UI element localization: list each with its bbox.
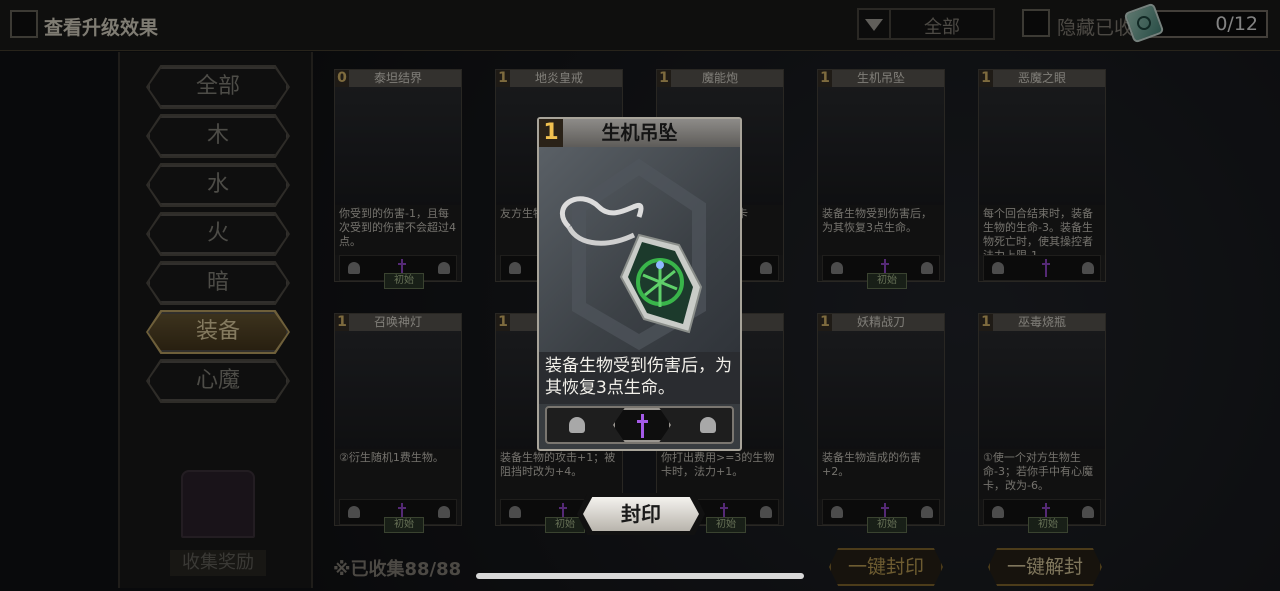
- card-name: 召唤神灯: [335, 314, 461, 331]
- seal-button[interactable]: 封印: [583, 497, 699, 531]
- filter-dropdown[interactable]: 全部: [857, 8, 995, 40]
- card-cost: 1: [979, 70, 993, 87]
- card-tag: 初始: [384, 517, 424, 533]
- card-tag: 初始: [867, 273, 907, 289]
- card-item[interactable]: 生机吊坠 1 装备生物受到伤害后，为其恢复3点生命。初始: [817, 69, 945, 289]
- helmet-icon: [760, 262, 772, 274]
- card-tag: 初始: [867, 517, 907, 533]
- card-slot-bar: 初始: [983, 499, 1101, 533]
- card-counter: 0/12: [1150, 10, 1268, 38]
- card-cost: 1: [818, 70, 832, 87]
- card-cost: 1: [335, 314, 349, 331]
- card-tag: 初始: [706, 517, 746, 533]
- helmet-icon: [700, 417, 716, 433]
- card-name: 魔能炮: [657, 70, 783, 87]
- card-slot-bar: 初始: [339, 499, 457, 533]
- helmet-icon: [831, 262, 843, 274]
- popup-title: 生机吊坠: [539, 119, 740, 147]
- card-description: 你打出费用>=3的生物卡时，法力+1。: [657, 449, 783, 499]
- card-cost: 1: [657, 70, 671, 87]
- helmet-icon: [992, 262, 1004, 274]
- hide-collected-label: 隐藏已收: [1057, 17, 1134, 39]
- card-cost: 0: [335, 70, 349, 87]
- card-description: 每个回合结束时，装备生物的生命-3。装备生物死亡时，使其操控者法力上限-1。: [979, 205, 1105, 262]
- pendant-art: [539, 147, 740, 352]
- helmet-icon: [1082, 262, 1094, 274]
- card-cost: 1: [496, 314, 510, 331]
- category-tab[interactable]: 木: [148, 116, 288, 156]
- home-indicator[interactable]: [476, 573, 804, 579]
- card-cost: 1: [818, 314, 832, 331]
- helmet-icon: [992, 506, 1004, 518]
- category-tab[interactable]: 水: [148, 165, 288, 205]
- popup-slot-bar: [545, 406, 734, 444]
- collect-reward-button[interactable]: 收集奖励: [170, 550, 266, 576]
- card-name: 地炎皇戒: [496, 70, 622, 87]
- card-tag: 初始: [545, 517, 585, 533]
- category-tab[interactable]: 全部: [148, 67, 288, 107]
- helmet-icon: [921, 262, 933, 274]
- card-description: 装备生物受到伤害后，为其恢复3点生命。: [818, 205, 944, 255]
- card-art: [335, 331, 461, 449]
- helmet-icon: [348, 506, 360, 518]
- card-art: [979, 331, 1105, 449]
- filter-value: 全部: [924, 17, 960, 38]
- card-description: ②衍生随机1费生物。: [335, 449, 461, 499]
- card-slot-bar: 初始: [822, 499, 940, 533]
- helmet-icon: [509, 262, 521, 274]
- category-tab[interactable]: 装备: [148, 312, 288, 352]
- upgrade-label: 查看升级效果: [44, 17, 159, 39]
- dagger-icon: [637, 414, 648, 438]
- card-tag: 初始: [384, 273, 424, 289]
- helmet-icon: [760, 506, 772, 518]
- popup-description: 装备生物受到伤害后，为其恢复3点生命。: [539, 352, 740, 404]
- helmet-icon: [831, 506, 843, 518]
- card-item[interactable]: 召唤神灯 1 ②衍生随机1费生物。初始: [334, 313, 462, 533]
- card-item[interactable]: 恶魔之眼1 每个回合结束时，装备生物的生命-3。装备生物死亡时，使其操控者法力上限…: [978, 69, 1106, 282]
- card-name: 生机吊坠: [818, 70, 944, 87]
- helmet-icon: [921, 506, 933, 518]
- card-name: 泰坦结界: [335, 70, 461, 87]
- card-art: [335, 87, 461, 205]
- card-slot-bar: [983, 255, 1101, 281]
- card-cost: 1: [496, 70, 510, 87]
- popup-cost: 1: [539, 119, 563, 147]
- card-description: 装备生物的攻击+1；被阻挡时改为+4。: [496, 449, 622, 499]
- category-tab[interactable]: 火: [148, 214, 288, 254]
- card-name: 巫毒烧瓶: [979, 314, 1105, 331]
- helmet-icon: [438, 262, 450, 274]
- card-description: ①使一个对方生物生命-3；若你手中有心魔卡，改为-6。: [979, 449, 1105, 499]
- card-item[interactable]: 巫毒烧瓶 1 ①使一个对方生物生命-3；若你手中有心魔卡，改为-6。初始: [978, 313, 1106, 533]
- card-art: [818, 87, 944, 205]
- card-item[interactable]: 泰坦结界 0 你受到的伤害-1，且每次受到的伤害不会超过4点。初始: [334, 69, 462, 289]
- card-name: 恶魔之眼: [979, 70, 1105, 87]
- card-description: 装备生物造成的伤害+2。: [818, 449, 944, 499]
- dagger-icon: [1042, 259, 1050, 277]
- category-tab[interactable]: 暗: [148, 263, 288, 303]
- category-tab[interactable]: 心魔: [148, 361, 288, 401]
- card-slot-bar: 初始: [822, 255, 940, 289]
- pendant-icon: [560, 158, 706, 351]
- helmet-icon: [348, 262, 360, 274]
- card-tag: 初始: [1028, 517, 1068, 533]
- card-name: 妖精战刀: [818, 314, 944, 331]
- seal-all-button[interactable]: 一键封印: [829, 548, 943, 586]
- chest-icon[interactable]: [176, 462, 256, 542]
- helmet-icon: [1082, 506, 1094, 518]
- hide-collected-checkbox[interactable]: [1022, 9, 1050, 37]
- card-slot-bar: 初始: [339, 255, 457, 289]
- upgrade-checkbox[interactable]: [10, 10, 38, 38]
- card-art: [818, 331, 944, 449]
- dropdown-arrow-icon: [859, 10, 891, 38]
- card-detail-popup: 生机吊坠 1 装备生物受到伤害后，为其恢复3点生命。: [537, 117, 742, 451]
- unseal-all-button[interactable]: 一键解封: [988, 548, 1102, 586]
- helmet-icon: [438, 506, 450, 518]
- helmet-icon: [569, 417, 585, 433]
- card-description: 你受到的伤害-1，且每次受到的伤害不会超过4点。: [335, 205, 461, 255]
- helmet-icon: [509, 506, 521, 518]
- card-cost: 1: [979, 314, 993, 331]
- card-art: [979, 87, 1105, 205]
- collected-count: ※已收集88/88: [333, 559, 462, 580]
- card-item[interactable]: 妖精战刀 1 装备生物造成的伤害+2。初始: [817, 313, 945, 533]
